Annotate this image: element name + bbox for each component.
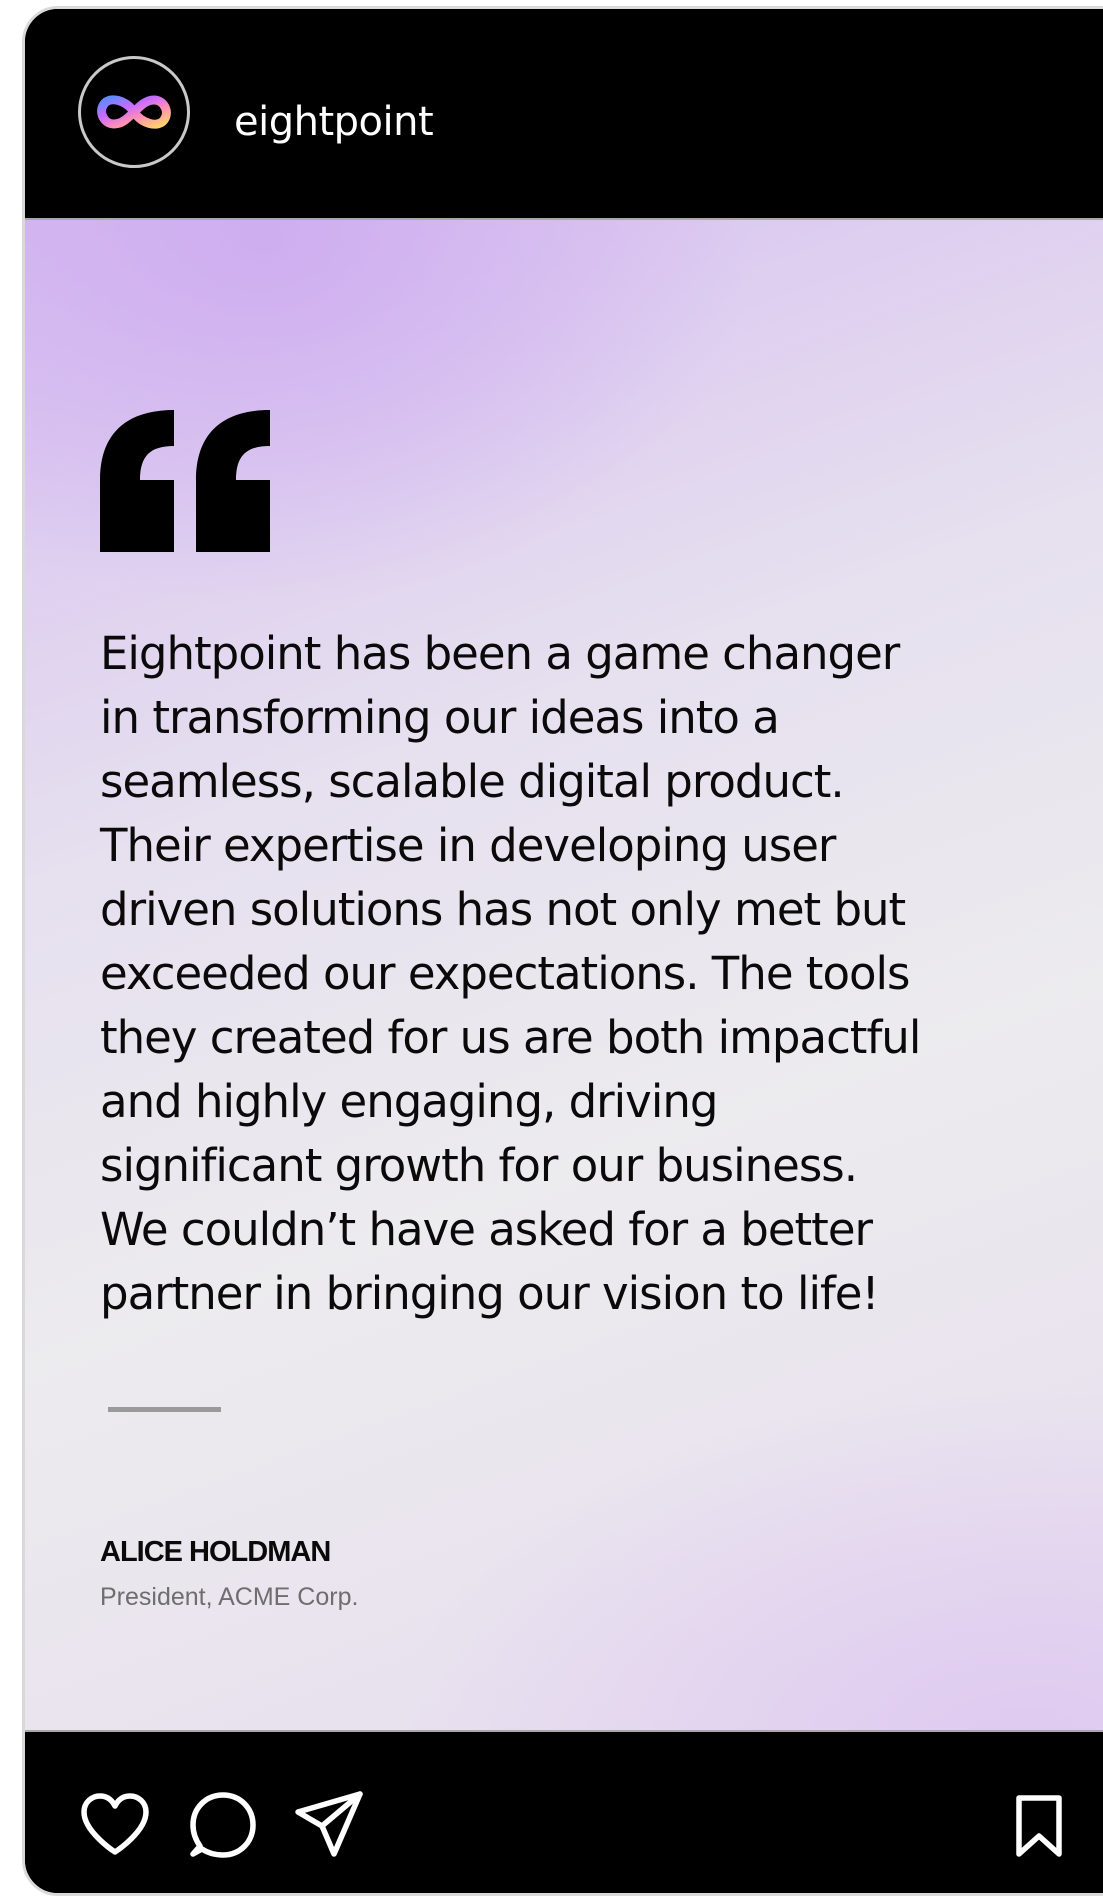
open-quote-icon	[100, 410, 270, 552]
post-card: eightpoint Eightpoint has been a game ch…	[22, 6, 1103, 1896]
heart-icon[interactable]	[80, 1792, 150, 1856]
divider	[108, 1407, 221, 1412]
post-header: eightpoint	[25, 9, 1103, 218]
post-actions-bar	[25, 1732, 1103, 1893]
author-title: President, ACME Corp.	[100, 1583, 359, 1611]
account-username[interactable]: eightpoint	[234, 99, 434, 145]
author-name: ALICE HOLDMAN	[100, 1536, 331, 1568]
testimonial-quote: Eightpoint has been a game changer in tr…	[100, 627, 921, 1320]
comment-icon[interactable]	[190, 1792, 256, 1858]
bookmark-icon[interactable]	[1015, 1794, 1063, 1858]
infinity-logo-icon	[97, 95, 171, 129]
post-image: Eightpoint has been a game changer in tr…	[25, 218, 1103, 1732]
avatar[interactable]	[78, 56, 190, 168]
send-icon[interactable]	[294, 1790, 364, 1860]
